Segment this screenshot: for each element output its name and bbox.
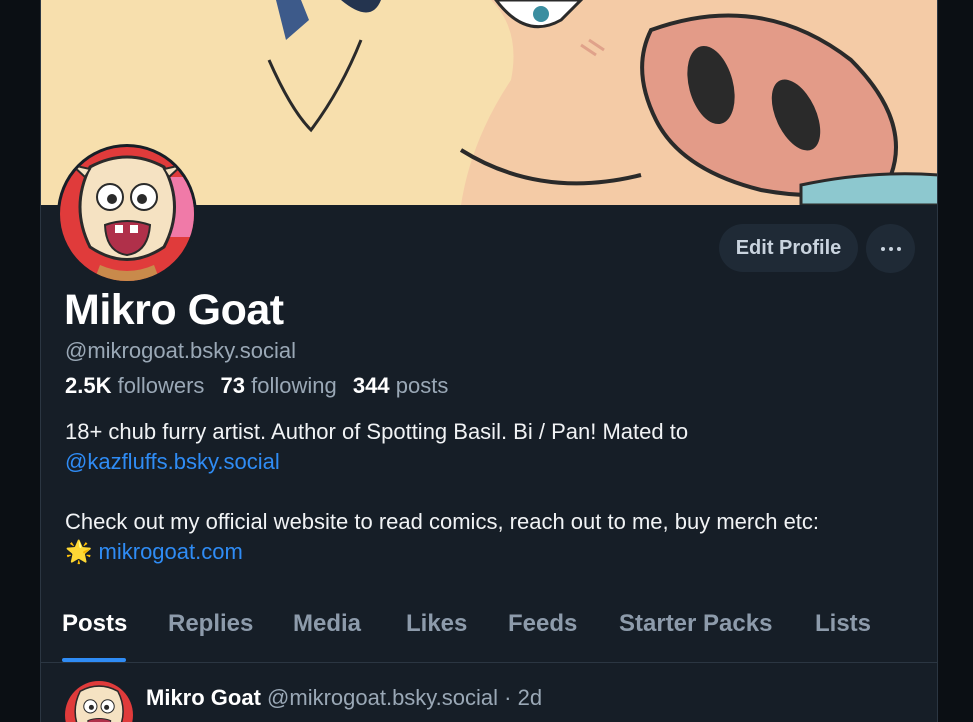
following-link[interactable]: 73 following bbox=[221, 373, 337, 398]
post-timestamp[interactable]: 2d bbox=[518, 685, 542, 710]
tab-media[interactable]: Media bbox=[293, 610, 361, 638]
post-author-name[interactable]: Mikro Goat bbox=[146, 685, 261, 710]
profile-avatar[interactable] bbox=[57, 144, 197, 284]
more-options-button[interactable] bbox=[866, 224, 915, 273]
post-author-avatar[interactable] bbox=[65, 681, 133, 722]
active-tab-indicator bbox=[62, 658, 126, 662]
post-author-handle[interactable]: @mikrogoat.bsky.social bbox=[267, 685, 498, 710]
followers-label: followers bbox=[117, 373, 205, 398]
following-label: following bbox=[251, 373, 337, 398]
followers-count: 2.5K bbox=[65, 373, 112, 398]
posts-stat: 344 posts bbox=[353, 373, 448, 398]
profile-display-name: Mikro Goat bbox=[64, 286, 284, 334]
feed-post[interactable]: Mikro Goat @mikrogoat.bsky.social · 2d bbox=[41, 663, 937, 722]
bio-line: 18+ chub furry artist. Author of Spottin… bbox=[65, 419, 689, 444]
profile-tabs: Posts Replies Media Likes Feeds Starter … bbox=[41, 598, 937, 663]
following-count: 73 bbox=[220, 373, 246, 398]
profile-bio: 18+ chub furry artist. Author of Spottin… bbox=[65, 417, 925, 567]
profile-stats: 2.5K followers 73 following 344 posts bbox=[65, 373, 448, 399]
profile-column: Edit Profile Mikro Goat @mikrogoat.bsky.… bbox=[40, 0, 938, 722]
mention-link[interactable]: @kazfluffs.bsky.social bbox=[65, 449, 280, 474]
posts-count: 344 bbox=[352, 373, 390, 398]
bio-line: Check out my official website to read co… bbox=[65, 509, 820, 534]
post-header: Mikro Goat @mikrogoat.bsky.social · 2d bbox=[146, 685, 542, 711]
post-separator: · bbox=[504, 685, 512, 710]
edit-profile-button[interactable]: Edit Profile bbox=[719, 224, 858, 272]
profile-handle: @mikrogoat.bsky.social bbox=[65, 338, 296, 363]
tab-posts[interactable]: Posts bbox=[62, 610, 127, 638]
tab-feeds[interactable]: Feeds bbox=[508, 610, 577, 638]
page-background-left bbox=[0, 0, 40, 722]
tab-likes[interactable]: Likes bbox=[406, 610, 467, 638]
more-options-icon bbox=[880, 246, 901, 251]
website-link[interactable]: mikrogoat.com bbox=[99, 539, 243, 564]
tab-replies[interactable]: Replies bbox=[168, 610, 253, 638]
page-background-right bbox=[938, 0, 973, 722]
tab-lists[interactable]: Lists bbox=[815, 610, 871, 638]
star-emoji-icon: 🌟 bbox=[65, 539, 93, 564]
followers-link[interactable]: 2.5K followers bbox=[65, 373, 204, 398]
tab-starter-packs[interactable]: Starter Packs bbox=[619, 610, 772, 638]
posts-label: posts bbox=[395, 373, 449, 398]
